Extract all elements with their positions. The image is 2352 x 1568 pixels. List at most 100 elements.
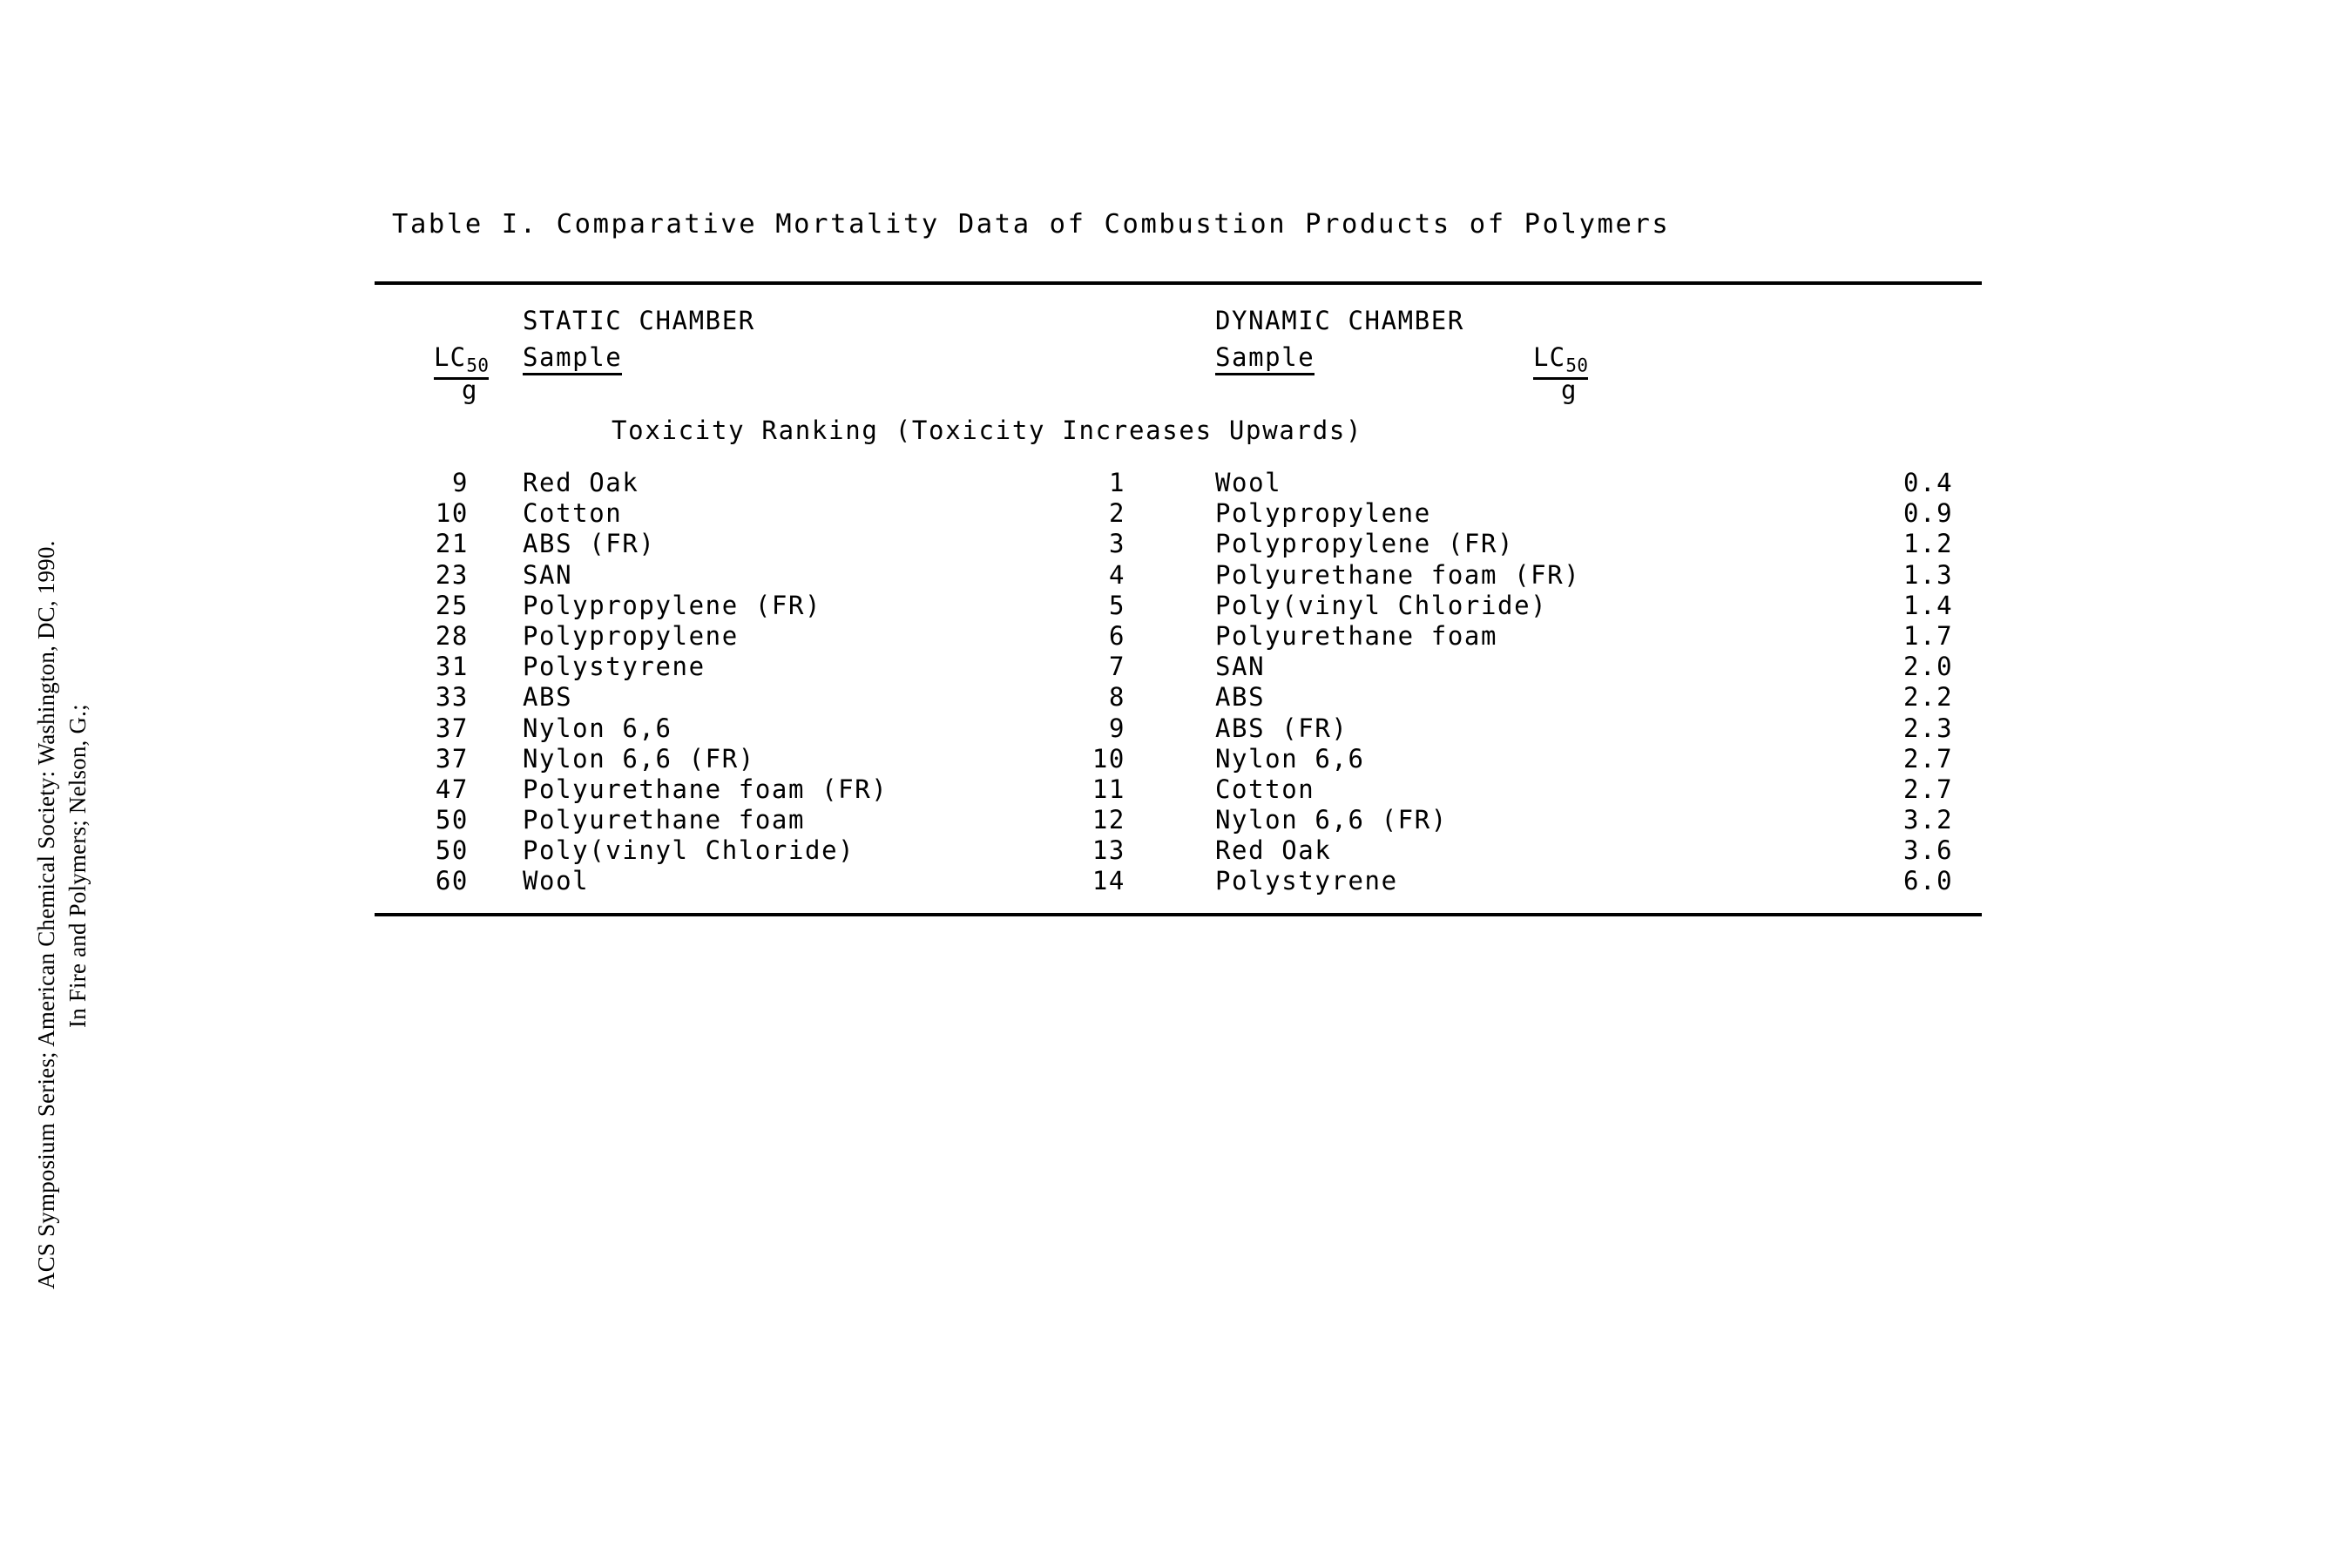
sample-dynamic-cell: Cotton [1215,774,1315,804]
table-row: 50 Polyurethane foam 12 Nylon 6,6 (FR) 3.2 [375,805,1986,835]
sample-static-cell: Nylon 6,6 [523,713,672,743]
table-row: 21 ABS (FR) 3 Polypropylene (FR) 1.2 [375,529,1986,559]
lc50-dynamic-cell: 2.7 [1903,743,1954,774]
lc50-static-cell: 47 [435,774,469,804]
lc50-static-cell: 37 [435,743,469,774]
lc50-dynamic-cell: 1.7 [1903,620,1954,651]
sample-static-cell: Poly(vinyl Chloride) [523,835,855,866]
table-row: 47 Polyurethane foam (FR) 11 Cotton 2.7 [375,774,1986,805]
sample-dynamic-cell: Nylon 6,6 (FR) [1215,805,1448,835]
table-row: 60 Wool 14 Polystyrene 6.0 [375,866,1986,896]
lc50-dynamic-cell: 2.0 [1903,652,1954,682]
lc50-header-right: LC50 [1533,342,1589,380]
sample-dynamic-cell: Polyurethane foam (FR) [1215,559,1581,590]
lc50-dynamic-cell: 0.4 [1903,468,1954,497]
lc50-static-cell: 9 [451,468,469,497]
sample-static-cell: ABS [523,682,573,713]
chamber-header-row: STATIC CHAMBER DYNAMIC CHAMBER [375,306,1986,342]
lc50-static-cell: 50 [435,835,469,866]
table-row: 23 SAN 4 Polyurethane foam (FR) 1.3 [375,560,1986,591]
sample-dynamic-cell: Red Oak [1215,835,1332,866]
table-block: Table I. Comparative Mortality Data of C… [375,209,1986,916]
table-row: 50 Poly(vinyl Chloride) 13 Red Oak 3.6 [375,835,1986,866]
lc50-static-cell: 28 [435,620,469,651]
lc50-static-cell: 21 [435,529,469,559]
toxicity-ranking-note: Toxicity Ranking (Toxicity Increases Upw… [612,416,1363,445]
lc50-unit-left: g [462,375,477,405]
lc50-static-cell: 33 [435,682,469,713]
lc50-static-cell: 50 [435,805,469,835]
lc50-static-cell: 23 [435,559,469,590]
sample-static-cell: Polypropylene [523,620,739,651]
lc50-dynamic-cell: 6.0 [1903,866,1954,896]
static-chamber-header: STATIC CHAMBER [523,306,755,335]
sample-dynamic-cell: Polypropylene (FR) [1215,529,1515,559]
sample-dynamic-cell: Poly(vinyl Chloride) [1215,590,1548,620]
lc50-unit-right: g [1561,375,1577,405]
table-bottom-rule [375,912,1982,916]
table-row: 28 Polypropylene 6 Polyurethane foam 1.7 [375,621,1986,652]
sample-static-cell: Polyurethane foam (FR) [523,774,889,804]
lc50-static-cell: 25 [435,590,469,620]
lc50-static-cell: 60 [435,866,469,896]
rank-cell: 3 [1108,529,1125,559]
rank-cell: 1 [1108,468,1125,497]
rank-cell: 7 [1108,652,1125,682]
sample-dynamic-cell: Polyurethane foam [1215,620,1498,651]
citation-book-line: In Fire and Polymers; Nelson, G.; [64,704,91,1028]
table-row: 37 Nylon 6,6 9 ABS (FR) 2.3 [375,713,1986,744]
rank-cell: 9 [1108,713,1125,743]
table-row: 10 Cotton 2 Polypropylene 0.9 [375,498,1986,529]
rank-cell: 6 [1108,620,1125,651]
table-row: 25 Polypropylene (FR) 5 Poly(vinyl Chloride… [375,591,1986,621]
rank-cell: 10 [1092,743,1125,774]
lc50-static-cell: 31 [435,652,469,682]
lc50-dynamic-cell: 0.9 [1903,498,1954,529]
table-row: 9 Red Oak 1 Wool 0.4 [375,468,1986,498]
sample-dynamic-cell: ABS [1215,682,1266,713]
header-spacer [375,377,1986,416]
lc50-dynamic-cell: 1.4 [1903,590,1954,620]
sample-header-static: Sample [523,342,623,375]
lc50-dynamic-cell: 2.3 [1903,713,1954,743]
lc50-dynamic-cell: 1.2 [1903,529,1954,559]
rank-cell: 11 [1092,774,1125,804]
table-row: 31 Polystyrene 7 SAN 2.0 [375,652,1986,682]
sample-dynamic-cell: SAN [1215,652,1266,682]
lc50-label-right: LC [1533,342,1566,372]
sample-header-dynamic: Sample [1215,342,1315,375]
lc50-dynamic-cell: 1.3 [1903,559,1954,590]
lc50-subscript-right: 50 [1565,355,1589,376]
citation-series-line: ACS Symposium Series; American Chemical … [33,540,59,1289]
sample-static-cell: Polypropylene (FR) [523,590,822,620]
lc50-dynamic-cell: 2.7 [1903,774,1954,804]
rank-cell: 12 [1092,805,1125,835]
rank-cell: 14 [1092,866,1125,896]
sample-static-cell: Red Oak [523,468,639,497]
dynamic-chamber-header: DYNAMIC CHAMBER [1215,306,1464,335]
sample-dynamic-cell: Nylon 6,6 [1215,743,1365,774]
right-margin-running-head: 28. HIRSCHLER Fire Hazard and the Role o… [2213,0,2352,1568]
sample-dynamic-cell: Wool [1215,468,1282,497]
table-body: STATIC CHAMBER DYNAMIC CHAMBER LC50 Samp… [375,285,1986,913]
sample-static-cell: ABS (FR) [523,529,656,559]
column-header-row: LC50 Sample Sample LC50 g g [375,342,1986,405]
sample-static-cell: Wool [523,866,590,896]
lc50-dynamic-cell: 2.2 [1903,682,1954,713]
left-margin-citation: ACS Symposium Series; American Chemical … [0,0,105,1568]
sample-static-cell: SAN [523,559,573,590]
lc50-label-left: LC [434,342,467,372]
sample-static-cell: Polystyrene [523,652,706,682]
sample-dynamic-cell: Polystyrene [1215,866,1398,896]
rank-cell: 5 [1108,590,1125,620]
lc50-dynamic-cell: 3.6 [1903,835,1954,866]
rank-cell: 4 [1108,559,1125,590]
sample-static-cell: Nylon 6,6 (FR) [523,743,755,774]
table-rows: 9 Red Oak 1 Wool 0.4 10 Cotton 2 Polypropylene 0.… [375,468,1986,897]
rank-cell: 13 [1092,835,1125,866]
lc50-static-cell: 37 [435,713,469,743]
lc50-header-left: LC50 [434,342,490,380]
sample-static-cell: Polyurethane foam [523,805,806,835]
lc50-static-cell: 10 [435,498,469,529]
table-caption: Table I. Comparative Mortality Data of C… [392,209,1671,240]
